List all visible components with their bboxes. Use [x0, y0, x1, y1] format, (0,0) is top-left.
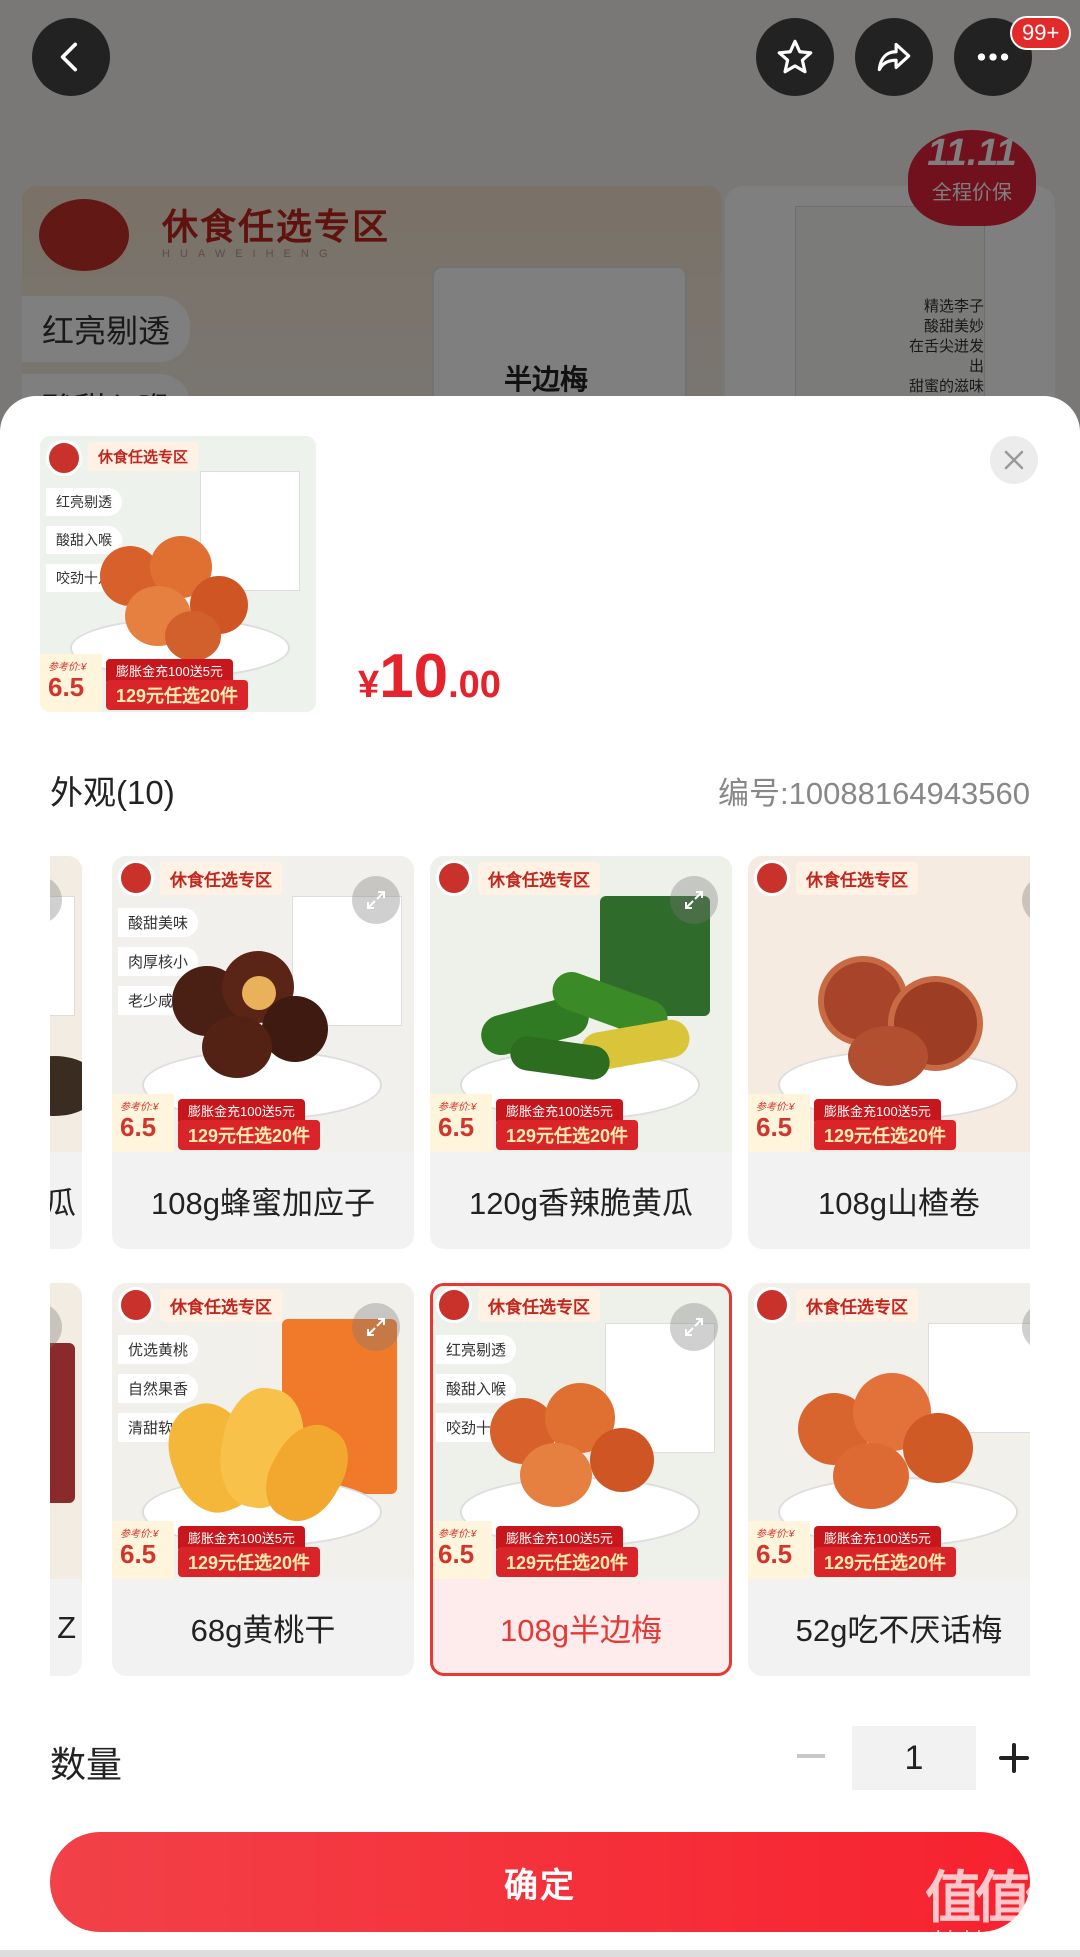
star-icon — [777, 39, 813, 74]
reference-price: 参考价:¥ 6.5 — [112, 1521, 174, 1579]
variant-card[interactable]: 休食任选专区 酸甜美味 肉厚核小 老少咸宜 参考价:¥ 6.5 膨胀金充100送… — [112, 856, 414, 1249]
quantity-increase-button[interactable] — [992, 1726, 1036, 1790]
brand-logo — [436, 860, 472, 896]
variant-card[interactable]: 休食任选专区 参考价:¥ 6.5 膨胀金充100送5元 129元任选20件 108… — [748, 856, 1030, 1249]
expand-icon — [670, 1303, 718, 1351]
close-button[interactable] — [990, 436, 1038, 484]
promo-line: 129元任选20件 — [178, 1120, 321, 1150]
variant-label: 108g半边梅 — [500, 1613, 662, 1648]
message-count-badge: 99+ — [1010, 16, 1072, 50]
brand-logo — [118, 860, 154, 896]
feature-tag: 优选黄桃 — [118, 1335, 199, 1364]
brand-logo — [754, 860, 790, 896]
feature-tag: 酸甜入喉 — [436, 1374, 517, 1403]
close-icon — [1004, 450, 1024, 470]
brand-logo — [754, 1287, 790, 1323]
variant-label: 108g蜂蜜加应子 — [151, 1186, 375, 1221]
expand-icon — [670, 876, 718, 924]
promo-line: 129元任选20件 — [496, 1120, 639, 1150]
variant-label: Z — [57, 1609, 76, 1645]
share-button[interactable] — [855, 18, 933, 96]
package-image — [200, 471, 300, 591]
share-icon — [877, 42, 911, 72]
reference-price: 参考价:¥ 6.5 — [748, 1094, 810, 1152]
promo-line: 膨胀金充100送5元 — [178, 1526, 305, 1549]
variant-label: 68g黄桃干 — [190, 1613, 336, 1648]
product-page-background: 休食任选专区 HUAWEIHENG 红亮剔透 酸甜入喉 半边梅 精选李子 酸甜美… — [0, 0, 1080, 460]
promo-line: 129元任选20件 — [496, 1547, 639, 1577]
site-watermark: 值值值 zhizhizhi.com — [925, 1866, 1080, 1951]
variant-card[interactable]: Z — [50, 1283, 82, 1676]
price: ¥10.00 — [358, 642, 501, 711]
zone-tag: 休食任选专区 — [796, 862, 918, 895]
appearance-section-title: 外观(10) — [50, 774, 175, 811]
variant-row: Z 休食任选专区 优选黄桃 自然果香 清甜软糯 参考价:¥ 6.5 膨胀金充10… — [50, 1283, 1030, 1678]
promo-line: 129元任选20件 — [814, 1547, 957, 1577]
brand-logo — [436, 1287, 472, 1323]
zone-tag: 休食任选专区 — [796, 1289, 918, 1322]
system-bottom-bar — [0, 1950, 1080, 1957]
feature-tag: 酸甜入喉 — [46, 526, 122, 554]
reference-price: 参考价:¥ 6.5 — [40, 654, 102, 712]
zone-tag: 休食任选专区 — [160, 862, 282, 895]
promo-line: 膨胀金充100送5元 — [106, 659, 233, 682]
variant-grid[interactable]: 瓜 休食任选专区 酸甜美味 肉厚核小 老少咸宜 参考价:¥ 6.5 膨胀金充10… — [50, 856, 1030, 1686]
feature-tag: 红亮剔透 — [436, 1335, 517, 1364]
quantity-label: 数量 — [50, 1744, 123, 1785]
variant-card[interactable]: 休食任选专区 优选黄桃 自然果香 清甜软糯 参考价:¥ 6.5 膨胀金充100送5… — [112, 1283, 414, 1676]
variant-label: 瓜 — [50, 1186, 76, 1221]
variant-card-selected[interactable]: 休食任选专区 红亮剔透 酸甜入喉 咬劲十足 参考价:¥ 6.5 膨胀金充100送… — [430, 1283, 732, 1676]
variant-card[interactable]: 休食任选专区 参考价:¥ 6.5 膨胀金充100送5元 129元任选20件 52g… — [748, 1283, 1030, 1676]
quantity-decrease-button[interactable] — [790, 1726, 832, 1786]
feature-tag: 红亮剔透 — [46, 488, 122, 516]
promo-line: 膨胀金充100送5元 — [178, 1099, 305, 1122]
promo-line: 膨胀金充100送5元 — [814, 1526, 941, 1549]
reference-price: 参考价:¥ 6.5 — [430, 1094, 492, 1152]
back-arrow-icon — [60, 42, 78, 72]
brand-logo — [118, 1287, 154, 1323]
minus-icon — [797, 1754, 825, 1758]
zone-tag: 休食任选专区 — [160, 1289, 282, 1322]
expand-icon — [352, 876, 400, 924]
quantity-input[interactable]: 1 — [852, 1726, 976, 1790]
zone-tag: 休食任选专区 — [88, 442, 199, 471]
promo-line: 129元任选20件 — [814, 1120, 957, 1150]
product-code: 编号:10088164943560 — [718, 776, 1030, 811]
brand-logo — [46, 440, 82, 476]
reference-price: 参考价:¥ 6.5 — [748, 1521, 810, 1579]
variant-card[interactable]: 休食任选专区 参考价:¥ 6.5 膨胀金充100送5元 129元任选20件 120… — [430, 856, 732, 1249]
favorite-button[interactable] — [756, 18, 834, 96]
feature-tag: 自然果香 — [118, 1374, 199, 1403]
zone-tag: 休食任选专区 — [478, 1289, 600, 1322]
reference-price: 参考价:¥ 6.5 — [433, 1521, 492, 1579]
variant-row: 瓜 休食任选专区 酸甜美味 肉厚核小 老少咸宜 参考价:¥ 6.5 膨胀金充10… — [50, 856, 1030, 1251]
promo-line: 膨胀金充100送5元 — [814, 1099, 941, 1122]
back-button[interactable] — [32, 18, 110, 96]
plus-icon — [999, 1743, 1029, 1773]
zone-tag: 休食任选专区 — [478, 862, 600, 895]
variant-selector-sheet: 休食任选专区 红亮剔透 酸甜入喉 咬劲十足 参考价:¥ 6.5 膨胀金充100送… — [0, 396, 1080, 1957]
variant-label: 108g山楂卷 — [818, 1186, 980, 1221]
promo-line: 膨胀金充100送5元 — [496, 1526, 623, 1549]
confirm-button[interactable]: 确定 — [50, 1832, 1030, 1932]
promo-line: 129元任选20件 — [178, 1547, 321, 1577]
reference-price: 参考价:¥ 6.5 — [112, 1094, 174, 1152]
feature-tag: 酸甜美味 — [118, 908, 199, 937]
selected-product-image[interactable]: 休食任选专区 红亮剔透 酸甜入喉 咬劲十足 参考价:¥ 6.5 膨胀金充100送… — [40, 436, 316, 712]
variant-card[interactable]: 瓜 — [50, 856, 82, 1249]
expand-icon — [352, 1303, 400, 1351]
more-icon — [977, 53, 1009, 61]
variant-label: 120g香辣脆黄瓜 — [469, 1186, 693, 1221]
promo-line: 129元任选20件 — [106, 680, 249, 710]
variant-label: 52g吃不厌话梅 — [795, 1613, 1003, 1648]
promo-line: 膨胀金充100送5元 — [496, 1099, 623, 1122]
